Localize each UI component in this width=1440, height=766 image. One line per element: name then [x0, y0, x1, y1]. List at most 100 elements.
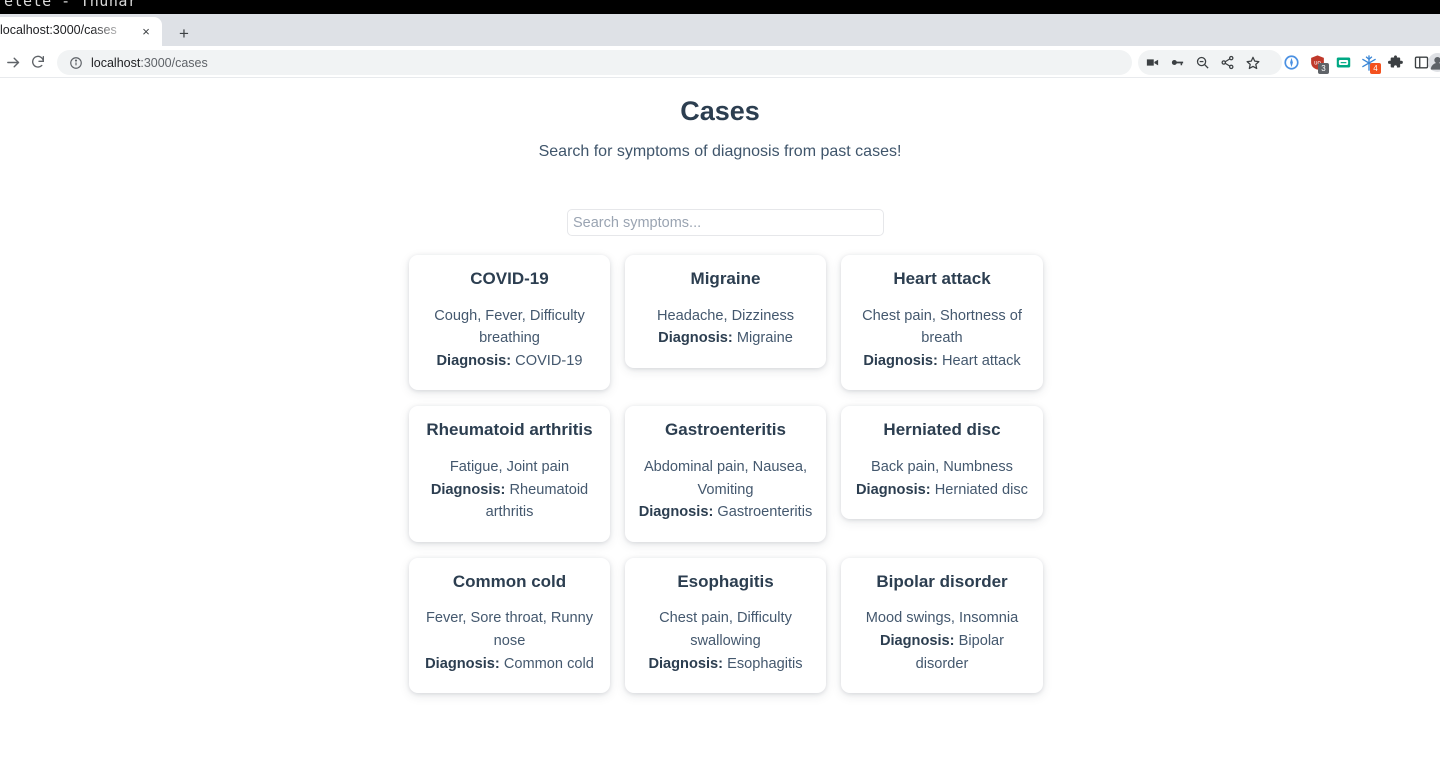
case-card-diagnosis: Diagnosis: Bipolar disorder	[853, 630, 1031, 675]
cases-row: Rheumatoid arthritis Fatigue, Joint pain…	[409, 406, 1045, 542]
case-card-symptoms: Chest pain, Shortness of breath	[862, 307, 1022, 347]
case-card[interactable]: Esophagitis Chest pain, Difficulty swall…	[625, 557, 826, 694]
diagnosis-label: Diagnosis:	[430, 481, 506, 498]
browser-tab[interactable]: localhost:3000/cases ×	[0, 17, 162, 46]
case-card-title: COVID-19	[470, 269, 549, 288]
address-bar[interactable]: localhost:3000/cases	[57, 50, 1132, 75]
page-subtitle: Search for symptoms of diagnosis from pa…	[538, 143, 902, 160]
url-host: localhost	[91, 55, 141, 70]
password-key-icon[interactable]	[1165, 50, 1190, 75]
diagnosis-label: Diagnosis:	[658, 330, 733, 347]
snowflake-extension-icon[interactable]: 4	[1356, 50, 1382, 75]
diagnosis-label: Diagnosis:	[856, 481, 931, 498]
case-card[interactable]: Common cold Fever, Sore throat, Runny no…	[409, 557, 610, 694]
mail-extension-icon[interactable]	[1330, 50, 1356, 75]
extension-badge-count: 4	[1370, 63, 1381, 74]
new-tab-button[interactable]: +	[172, 23, 196, 47]
case-card-body: Cough, Fever, Difficulty breathing Diagn…	[421, 305, 598, 373]
case-card-title: Rheumatoid arthritis	[426, 420, 593, 440]
diagnosis-value: COVID-19	[515, 352, 583, 369]
case-card-symptoms: Mood swings, Insomnia	[865, 610, 1019, 627]
case-card-diagnosis: Diagnosis: Gastroenteritis	[637, 501, 814, 524]
case-card-diagnosis: Diagnosis: Herniated disc	[853, 479, 1031, 502]
case-card-body: Back pain, Numbness Diagnosis: Herniated…	[853, 456, 1031, 501]
diagnosis-value: Common cold	[503, 655, 594, 672]
case-card-title: Esophagitis	[677, 571, 774, 591]
case-card-body: Fever, Sore throat, Runny nose Diagnosis…	[421, 607, 598, 675]
case-card-symptoms: Fever, Sore throat, Runny nose	[425, 610, 594, 649]
case-card-symptoms: Cough, Fever, Difficulty breathing	[434, 307, 585, 347]
os-window-title: elete - Thunar	[4, 0, 138, 10]
case-card-diagnosis: Diagnosis: Migraine	[637, 327, 814, 350]
case-card-symptoms: Abdominal pain, Nausea, Vomiting	[643, 458, 808, 498]
case-card-body: Chest pain, Shortness of breath Diagnosi…	[853, 305, 1031, 373]
cases-row: Common cold Fever, Sore throat, Runny no…	[409, 557, 1045, 694]
reload-icon[interactable]	[27, 51, 49, 73]
address-bar-url: localhost:3000/cases	[91, 56, 208, 70]
cases-grid: COVID-19 Cough, Fever, Difficulty breath…	[409, 255, 1045, 709]
close-icon[interactable]: ×	[138, 24, 154, 40]
case-card-body: Chest pain, Difficulty swallowing Diagno…	[637, 607, 814, 675]
case-card-diagnosis: Diagnosis: Heart attack	[853, 350, 1031, 373]
case-card-title: Migraine	[690, 269, 761, 288]
compass-extension-icon[interactable]	[1278, 50, 1304, 75]
diagnosis-value: Migraine	[736, 330, 793, 347]
case-card[interactable]: COVID-19 Cough, Fever, Difficulty breath…	[409, 255, 610, 391]
case-card-symptoms: Back pain, Numbness	[871, 458, 1013, 475]
page-content: Cases Search for symptoms of diagnosis f…	[0, 78, 1440, 766]
case-card[interactable]: Herniated disc Back pain, Numbness Diagn…	[841, 406, 1043, 520]
diagnosis-label: Diagnosis:	[648, 655, 724, 672]
share-icon[interactable]	[1215, 50, 1240, 75]
search-input[interactable]	[567, 209, 884, 236]
case-card-symptoms: Headache, Dizziness	[656, 307, 795, 324]
case-card-title: Bipolar disorder	[876, 571, 1008, 591]
case-card-title: Gastroenteritis	[665, 420, 786, 440]
ublock-origin-icon[interactable]: uo 3	[1304, 50, 1330, 75]
os-window-titlebar: elete - Thunar	[0, 0, 1440, 14]
page-title: Cases	[680, 96, 760, 126]
case-card-diagnosis: Diagnosis: Common cold	[421, 653, 598, 676]
diagnosis-label: Diagnosis:	[638, 504, 714, 521]
extension-badge-count: 3	[1318, 63, 1329, 74]
case-card-title: Herniated disc	[883, 420, 1001, 440]
case-card-body: Mood swings, Insomnia Diagnosis: Bipolar…	[853, 607, 1031, 675]
diagnosis-value: Gastroenteritis	[717, 504, 813, 521]
zoom-out-icon[interactable]	[1190, 50, 1215, 75]
case-card[interactable]: Heart attack Chest pain, Shortness of br…	[841, 255, 1043, 391]
browser-tab-strip: localhost:3000/cases × +	[0, 14, 1440, 46]
diagnosis-label: Diagnosis:	[863, 352, 938, 369]
toolbar-icon-group	[1140, 50, 1265, 75]
diagnosis-label: Diagnosis:	[425, 655, 500, 672]
extensions-puzzle-icon[interactable]	[1382, 50, 1408, 75]
search-field-wrapper	[567, 209, 884, 236]
case-card-diagnosis: Diagnosis: COVID-19	[421, 350, 598, 373]
case-card-body: Headache, Dizziness Diagnosis: Migraine	[637, 305, 814, 350]
browser-toolbar: localhost:3000/cases uo 3 4	[0, 46, 1440, 78]
case-card-title: Heart attack	[893, 269, 991, 288]
case-card[interactable]: Bipolar disorder Mood swings, Insomnia D…	[841, 557, 1043, 694]
browser-tab-title: localhost:3000/cases	[0, 23, 117, 37]
cases-row: COVID-19 Cough, Fever, Difficulty breath…	[409, 255, 1045, 391]
diagnosis-value: Esophagitis	[727, 655, 803, 672]
case-card[interactable]: Rheumatoid arthritis Fatigue, Joint pain…	[409, 406, 610, 542]
case-card-body: Fatigue, Joint pain Diagnosis: Rheumatoi…	[421, 456, 598, 524]
url-path: :3000/cases	[140, 55, 208, 70]
case-card-diagnosis: Diagnosis: Esophagitis	[637, 653, 814, 676]
profile-avatar[interactable]	[1428, 53, 1440, 72]
diagnosis-label: Diagnosis:	[436, 352, 512, 369]
site-info-icon[interactable]	[69, 56, 83, 70]
case-card-diagnosis: Diagnosis: Rheumatoid arthritis	[421, 479, 598, 524]
diagnosis-value: Heart attack	[941, 352, 1021, 369]
case-card-symptoms: Fatigue, Joint pain	[449, 458, 570, 475]
case-card-body: Abdominal pain, Nausea, Vomiting Diagnos…	[637, 456, 814, 524]
case-card[interactable]: Migraine Headache, Dizziness Diagnosis: …	[625, 255, 826, 368]
case-card-symptoms: Chest pain, Difficulty swallowing	[659, 610, 792, 649]
diagnosis-value: Herniated disc	[934, 481, 1028, 498]
case-card[interactable]: Gastroenteritis Abdominal pain, Nausea, …	[625, 406, 826, 542]
diagnosis-label: Diagnosis:	[879, 632, 955, 649]
screen-record-icon[interactable]	[1140, 50, 1165, 75]
bookmark-star-icon[interactable]	[1240, 50, 1265, 75]
extension-icon-group: uo 3 4	[1278, 50, 1434, 75]
case-card-title: Common cold	[452, 571, 567, 591]
forward-arrow-icon[interactable]	[2, 51, 24, 73]
